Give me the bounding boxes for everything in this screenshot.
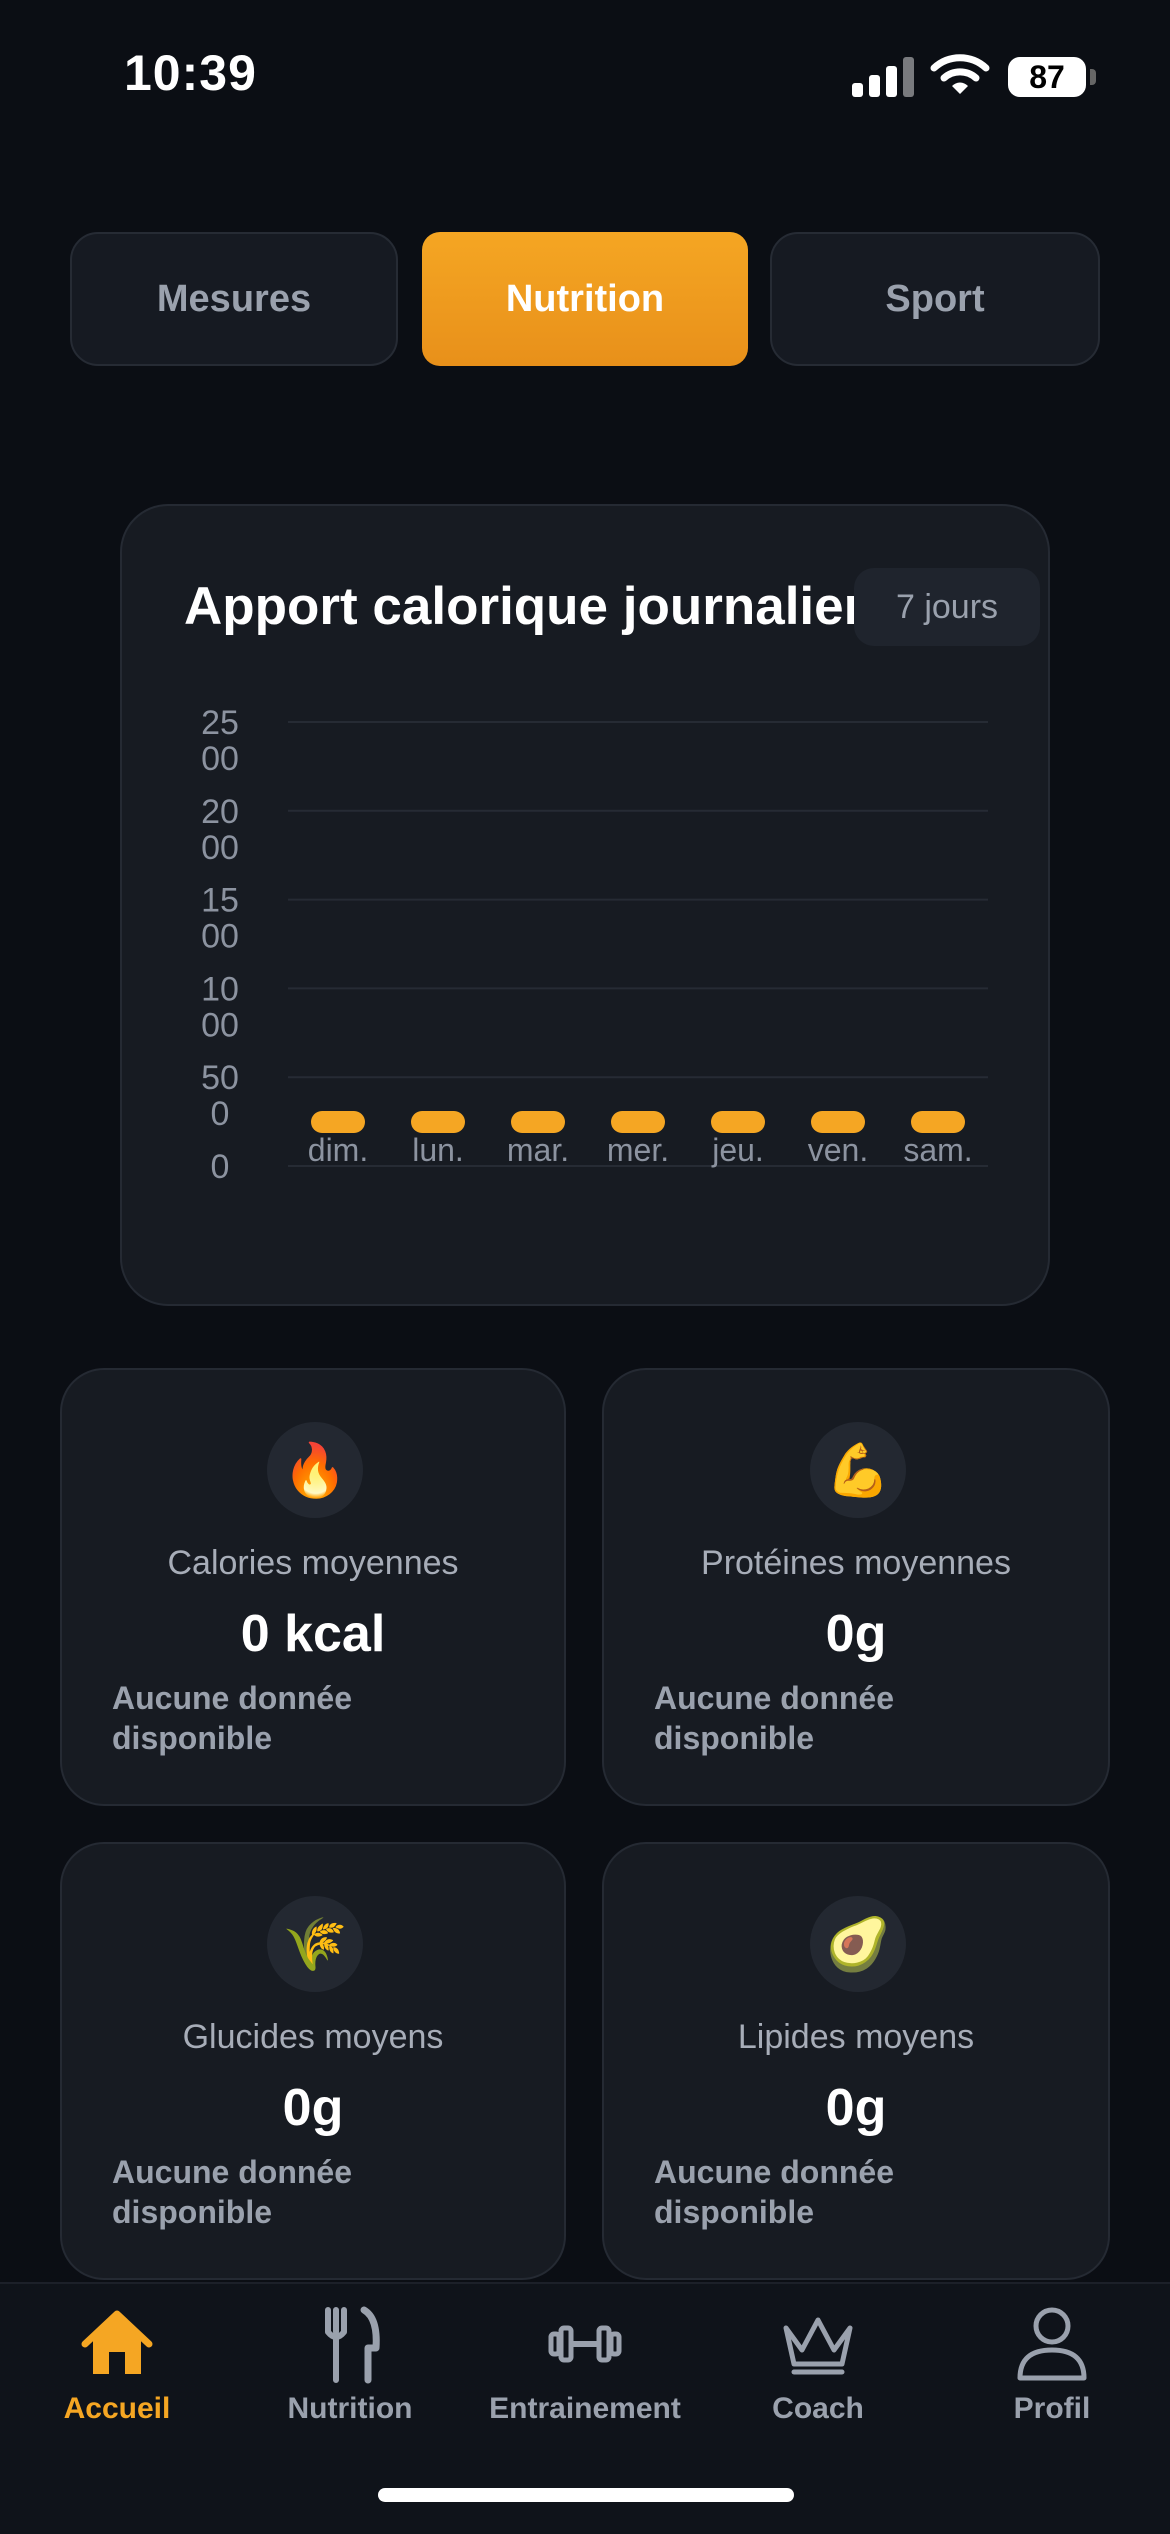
tabbar-item-accueil[interactable]: Accueil: [2, 2304, 232, 2454]
tabbar-label: Coach: [772, 2392, 864, 2425]
stat-card-proteins: 💪 Protéines moyennes 0g Aucune donnée di…: [602, 1368, 1110, 1806]
chart-bar: [811, 1111, 865, 1133]
tab-nutrition[interactable]: Nutrition: [422, 232, 748, 366]
stat-label: Lipides moyens: [737, 2018, 975, 2056]
status-time: 10:39: [124, 45, 257, 101]
stat-label: Glucides moyens: [182, 2018, 444, 2056]
stat-value: 0g: [825, 1605, 887, 1663]
stat-card-calories: 🔥 Calories moyennes 0 kcal Aucune donnée…: [60, 1368, 566, 1806]
stat-value: 0 kcal: [240, 1605, 386, 1663]
tab-sport[interactable]: Sport: [770, 232, 1100, 366]
stat-note: Aucune donnée disponible: [654, 1680, 895, 1756]
battery-tip: [1090, 69, 1096, 85]
rice-icon: 🌾: [267, 1896, 363, 1992]
tabbar-item-entrainement[interactable]: Entrainement: [470, 2304, 700, 2454]
calorie-chart-card: Apport calorique journalier 7 jours 25 00…: [120, 504, 1050, 1306]
y-tick-label: 10 00: [201, 970, 239, 1044]
fire-icon: 🔥: [267, 1422, 363, 1518]
chart-bar: [611, 1111, 665, 1133]
crown-icon: [783, 2317, 853, 2375]
y-tick-label: 20 00: [201, 793, 239, 867]
x-tick-label: mer.: [607, 1132, 669, 1168]
y-tick-label: 15 00: [201, 882, 239, 956]
x-tick-label: dim.: [308, 1132, 368, 1168]
x-tick-label: sam.: [903, 1132, 972, 1168]
stat-card-fats: 🥑 Lipides moyens 0g Aucune donnée dispon…: [602, 1842, 1110, 2280]
tabbar-label: Profil: [1013, 2392, 1091, 2425]
person-icon: [1017, 2307, 1087, 2381]
tabbar-label: Accueil: [63, 2392, 171, 2425]
stat-note: Aucune donnée disponible: [112, 2154, 353, 2230]
calorie-bar-chart: 25 00 20 00 15 00 10 00 50 0 0 dim. lun. mar. mer. jeu.…: [201, 704, 988, 1186]
chart-bar: [711, 1111, 765, 1133]
flexed-biceps-icon: 💪: [810, 1422, 906, 1518]
battery-icon: 87: [1008, 57, 1086, 97]
stat-card-carbs: 🌾 Glucides moyens 0g Aucune donnée dispo…: [60, 1842, 566, 2280]
chart-bar: [311, 1111, 365, 1133]
stat-label: Calories moyennes: [167, 1544, 459, 1582]
x-tick-label: jeu.: [711, 1132, 764, 1168]
x-tick-label: ven.: [808, 1132, 868, 1168]
y-tick-label: 25 00: [201, 704, 239, 778]
status-bar: 10:39 87: [0, 0, 1170, 150]
x-tick-label: mar.: [507, 1132, 569, 1168]
wifi-icon: [930, 54, 990, 94]
stat-label: Protéines moyennes: [701, 1544, 1011, 1582]
stat-note: Aucune donnée disponible: [654, 2154, 895, 2230]
chart-bar: [511, 1111, 565, 1133]
avocado-icon: 🥑: [810, 1896, 906, 1992]
home-indicator[interactable]: [378, 2488, 794, 2502]
tabbar-label: Entrainement: [489, 2392, 681, 2425]
chart-bar: [911, 1111, 965, 1133]
fork-knife-icon: [325, 2306, 380, 2384]
tabbar-item-profil[interactable]: Profil: [937, 2304, 1167, 2454]
y-tick-label: 0: [211, 1148, 230, 1186]
home-icon: [81, 2310, 153, 2374]
stat-note: Aucune donnée disponible: [112, 1680, 353, 1756]
y-tick-label: 50 0: [201, 1059, 239, 1133]
tabbar-item-coach[interactable]: Coach: [703, 2304, 933, 2454]
tab-mesures[interactable]: Mesures: [70, 232, 398, 366]
tabbar-item-nutrition[interactable]: Nutrition: [235, 2304, 465, 2454]
tabbar-label: Nutrition: [287, 2392, 413, 2425]
x-tick-label: lun.: [412, 1132, 464, 1168]
stat-value: 0g: [825, 2079, 887, 2137]
stat-value: 0g: [282, 2079, 344, 2137]
chart-bar: [411, 1111, 465, 1133]
signal-icon: [852, 55, 914, 97]
dumbbell-icon: [548, 2325, 622, 2363]
